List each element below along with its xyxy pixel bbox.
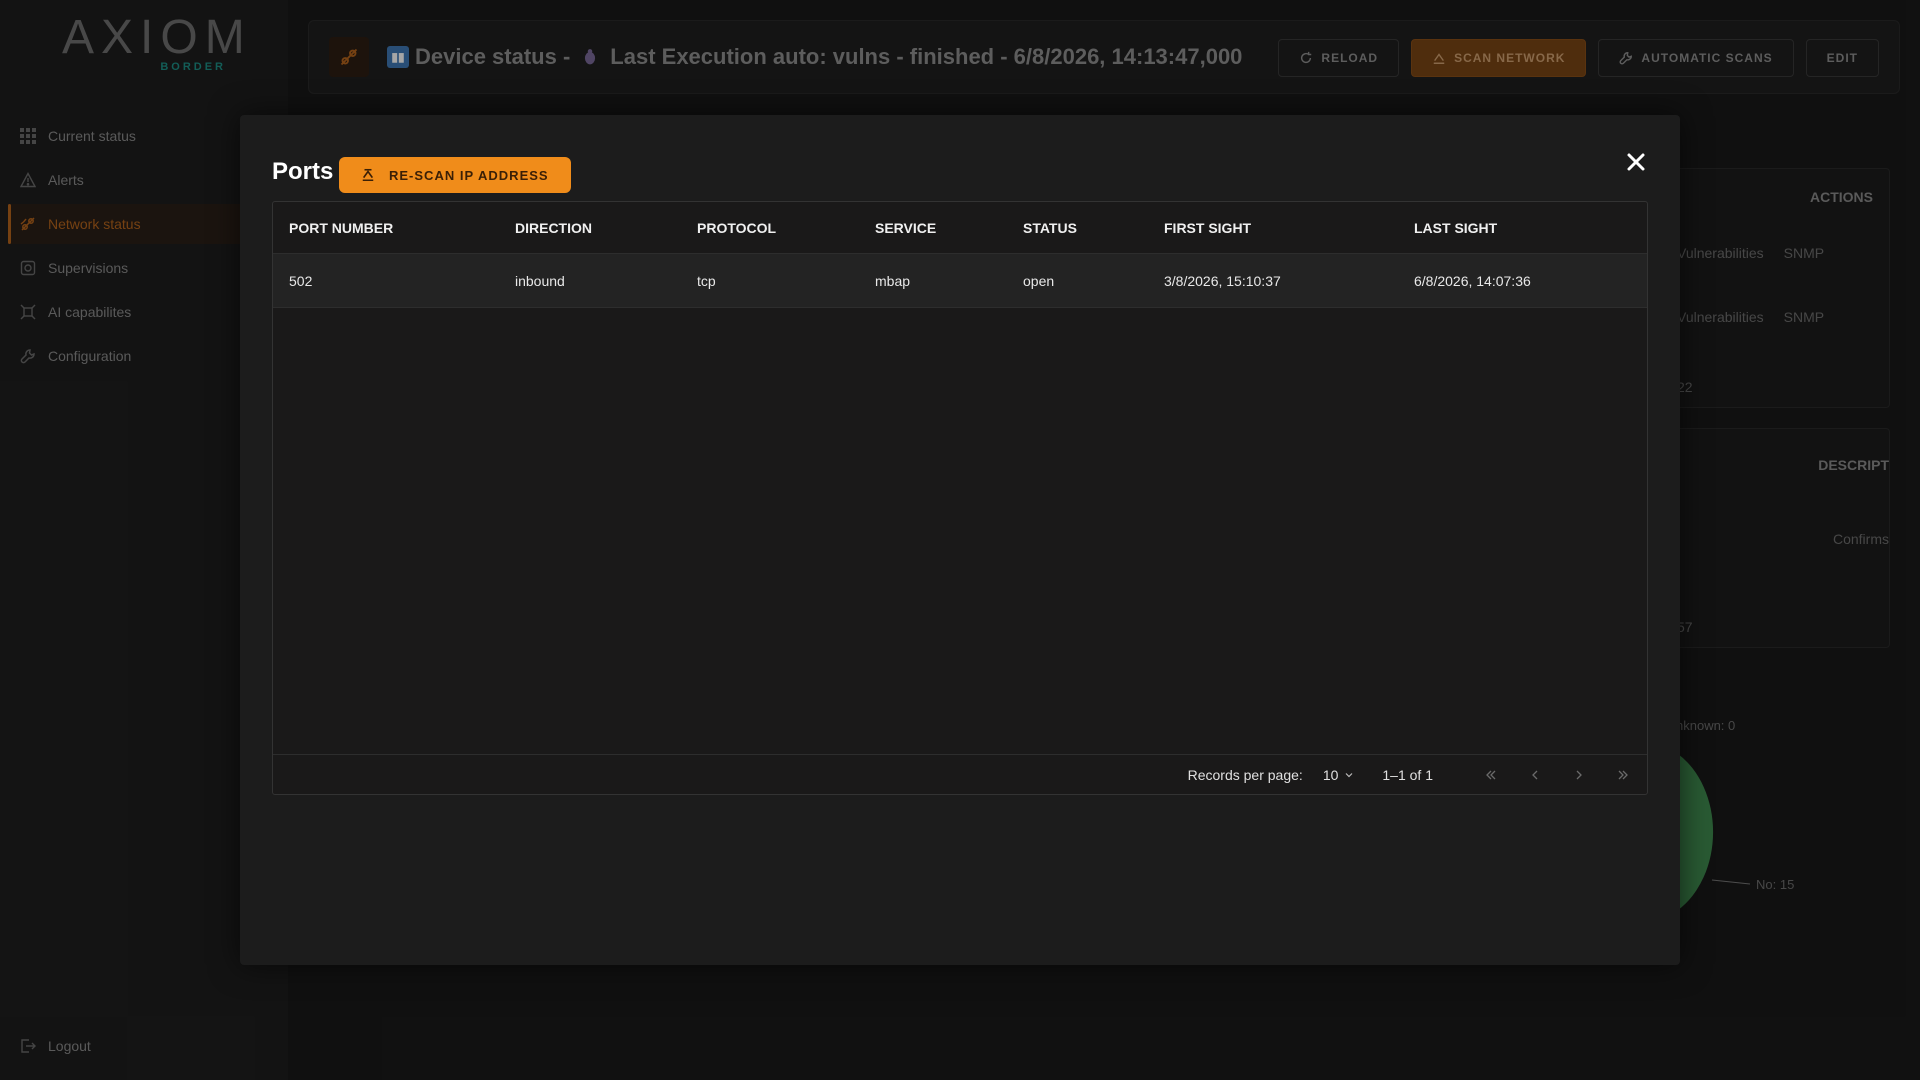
column-header[interactable]: PORT NUMBER [273,220,499,236]
ports-table: PORT NUMBER DIRECTION PROTOCOL SERVICE S… [272,201,1648,795]
column-header[interactable]: STATUS [1007,220,1148,236]
column-header[interactable]: SERVICE [859,220,1007,236]
previous-page-icon[interactable] [1525,765,1545,785]
first-page-icon[interactable] [1481,765,1501,785]
modal-title: Ports [272,158,334,185]
status-cell: open [1023,272,1055,289]
column-header[interactable]: LAST SIGHT [1398,220,1638,236]
last-sight-cell: 6/8/2026, 14:07:36 [1414,272,1531,289]
column-header[interactable]: PROTOCOL [681,220,859,236]
page-range: 1–1 of 1 [1382,766,1433,783]
records-per-page-value: 10 [1322,766,1339,783]
next-page-icon[interactable] [1569,765,1589,785]
ports-modal: Ports RE-SCAN IP ADDRESS PORT NUMBER DIR… [240,115,1680,965]
port-number-cell: 502 [289,272,313,289]
records-per-page-label: Records per page: [1187,766,1303,783]
direction-cell: inbound [515,272,565,289]
column-header[interactable]: FIRST SIGHT [1148,220,1398,236]
service-cell: mbap [875,272,911,289]
table-pagination: Records per page: 10 1–1 of 1 [273,754,1647,794]
records-per-page-select[interactable]: 10 [1323,767,1355,783]
rescan-label: RE-SCAN IP ADDRESS [389,167,549,183]
rescan-ip-button[interactable]: RE-SCAN IP ADDRESS [339,157,571,193]
column-header[interactable]: DIRECTION [499,220,681,236]
table-header: PORT NUMBER DIRECTION PROTOCOL SERVICE S… [273,202,1647,254]
last-page-icon[interactable] [1613,765,1633,785]
first-sight-cell: 3/8/2026, 15:10:37 [1164,272,1281,289]
close-icon[interactable] [1622,149,1650,177]
chevron-down-icon [1344,770,1354,780]
table-row[interactable]: 502 inbound tcp mbap open 3/8/2026, 15:1… [273,254,1647,308]
scan-icon [361,168,375,182]
protocol-cell: tcp [697,272,716,289]
